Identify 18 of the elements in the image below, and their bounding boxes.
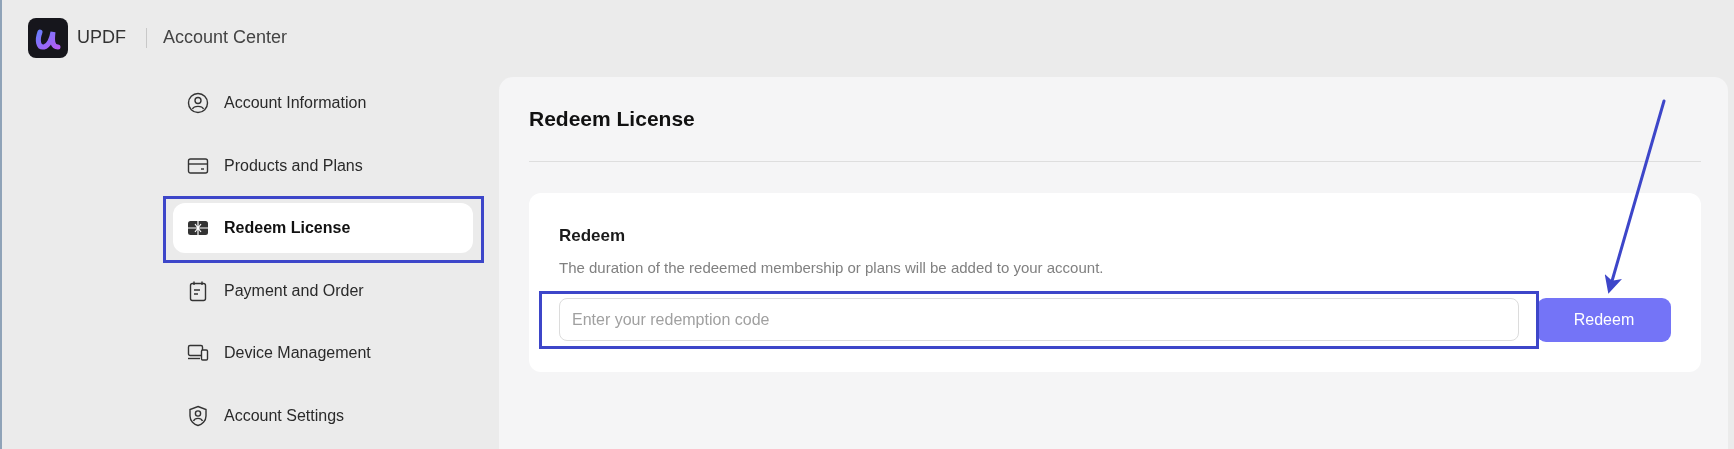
sidebar-item[interactable]: Device Management: [173, 328, 473, 378]
devices-icon: [187, 342, 209, 364]
shield-user-icon: [187, 404, 209, 427]
sidebar-item[interactable]: Products and Plans: [173, 140, 473, 191]
brand-name: UPDF: [77, 27, 126, 48]
sidebar-item[interactable]: Payment and Order: [173, 265, 473, 316]
clipboard-icon: [187, 279, 209, 302]
redeem-button[interactable]: Redeem: [1537, 298, 1671, 342]
app-logo: [28, 17, 68, 58]
code-input-field[interactable]: Enter your redemption code: [559, 298, 1519, 341]
sidebar-item[interactable]: Account Information: [173, 78, 473, 128]
card-description: The duration of the redeemed membership or plans will be added to your account.: [559, 258, 1105, 278]
sidebar-item[interactable]: Account Settings: [173, 390, 473, 441]
section-title: Redeem License: [529, 106, 696, 132]
page-title: Account Center: [163, 27, 288, 48]
user-circle-icon: [187, 92, 209, 114]
sidebar-item[interactable]: Redeem License: [173, 203, 473, 253]
card-title: Redeem: [559, 225, 627, 247]
